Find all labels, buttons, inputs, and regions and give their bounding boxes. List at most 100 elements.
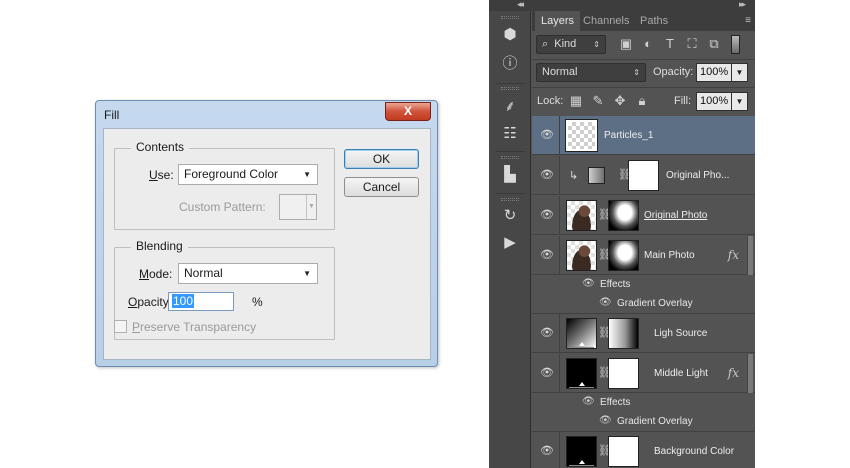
effects-label: Effects <box>600 397 631 408</box>
mode-select[interactable]: Normal ▼ <box>178 263 318 284</box>
tab-paths[interactable]: Paths <box>634 11 674 31</box>
fx-icon[interactable]: fx <box>728 248 739 262</box>
layer-name: Original Photo <box>644 210 708 221</box>
brush-presets-icon[interactable]: ⸙ <box>500 97 520 117</box>
use-select-value: Foreground Color <box>184 167 279 181</box>
layer-row[interactable]: 👁︎ ⛓︎ Original Photo <box>532 196 755 235</box>
grip-icon[interactable] <box>501 156 519 159</box>
layer-row[interactable]: 👁︎ ⛓︎ Ligh Source <box>532 314 755 353</box>
layer-mask-thumbnail <box>608 436 639 467</box>
layer-mask-thumbnail <box>608 358 639 389</box>
panel-menu-icon[interactable]: ≡ <box>745 15 751 26</box>
dialog-body: Contents Use: Foreground Color ▼ Custom … <box>103 128 431 360</box>
ok-button[interactable]: OK <box>344 149 419 169</box>
eye-icon[interactable]: 👁︎ <box>582 278 595 290</box>
fill-label: Fill: <box>674 95 692 107</box>
close-button[interactable]: X <box>385 102 431 121</box>
visibility-toggle[interactable]: 👁︎ <box>532 314 560 352</box>
gradient-marker-line <box>569 347 594 348</box>
scrollbar-thumb[interactable] <box>747 236 753 275</box>
layer-row[interactable]: 👁︎ ⛓︎ Main Photo fx <box>532 236 755 275</box>
shape-filter-icon[interactable]: ⛶ <box>684 36 700 52</box>
adjustments-icon[interactable]: ☷ <box>500 124 520 144</box>
preserve-transparency-text: reserve Transparency <box>140 320 257 334</box>
chevron-down-icon: ▼ <box>306 195 316 219</box>
smart-object-filter-icon[interactable]: ⧉ <box>706 36 722 52</box>
eye-icon: 👁︎ <box>540 209 554 221</box>
layer-row[interactable]: 👁︎ ↳ ⛓︎ Original Pho... <box>532 156 755 195</box>
collapse-left-icon[interactable]: ◂◂ <box>517 0 524 10</box>
use-label-text: se: <box>157 168 174 182</box>
updown-icon: ⇕ <box>593 40 600 49</box>
grip-icon[interactable] <box>501 16 519 19</box>
gradient-marker-line <box>569 465 594 466</box>
grip-icon[interactable] <box>501 87 519 90</box>
opacity-label-text: pacity: <box>137 295 173 309</box>
opacity-dropdown-button[interactable]: ▼ <box>731 63 748 82</box>
opacity-input-value: 100 <box>172 294 195 308</box>
filter-kind-select[interactable]: ⌕ Kind ⇕ <box>536 35 606 54</box>
filter-kind-label: Kind <box>554 38 577 50</box>
history-icon[interactable]: ↻ <box>500 206 520 226</box>
gradient-marker-line <box>569 387 594 388</box>
cancel-button[interactable]: Cancel <box>344 177 419 197</box>
lock-all-icon[interactable]: 🔒︎ <box>634 93 650 109</box>
layer-row[interactable]: 👁︎ ⛓︎ Background Color <box>532 432 755 468</box>
layer-thumbnail <box>566 436 597 467</box>
link-icon: ⛓︎ <box>598 327 612 339</box>
actions-play-icon[interactable]: ▶ <box>500 233 520 253</box>
visibility-toggle[interactable]: 👁︎ <box>532 116 560 154</box>
effects-row[interactable]: 👁︎ Effects <box>532 393 755 412</box>
gradient-marker-icon <box>579 342 585 346</box>
visibility-toggle[interactable]: 👁︎ <box>532 156 560 194</box>
grip-icon[interactable] <box>501 198 519 201</box>
use-select[interactable]: Foreground Color ▼ <box>178 164 318 185</box>
link-icon: ⛓︎ <box>598 249 612 261</box>
adjustment-filter-icon[interactable]: ◐ <box>640 36 656 52</box>
visibility-toggle[interactable]: 👁︎ <box>532 196 560 234</box>
layer-row[interactable]: 👁︎ Particles_1 <box>532 116 755 155</box>
fill-dropdown-button[interactable]: ▼ <box>731 92 748 111</box>
layer-thumbnail <box>565 119 598 152</box>
preserve-transparency-checkbox[interactable] <box>114 320 127 333</box>
effect-item-row[interactable]: 👁︎ Gradient Overlay <box>532 412 755 432</box>
3d-cube-icon[interactable]: ⬢ <box>500 25 520 45</box>
mode-select-value: Normal <box>184 266 223 280</box>
chevron-down-icon: ▼ <box>303 269 311 278</box>
layer-mask-thumbnail <box>608 240 639 271</box>
visibility-toggle[interactable]: 👁︎ <box>532 236 560 274</box>
clone-source-icon[interactable]: ▙ <box>500 165 520 185</box>
layer-fill-input[interactable]: 100% <box>696 92 732 111</box>
preserve-transparency-label: Preserve Transparency <box>132 320 257 334</box>
scrollbar-thumb[interactable] <box>747 354 753 393</box>
effects-row[interactable]: 👁︎ Effects <box>532 275 755 294</box>
opacity-input[interactable]: 100 <box>168 292 234 311</box>
collapse-right-icon[interactable]: ▸▸ <box>739 0 746 10</box>
eye-icon[interactable]: 👁︎ <box>599 415 612 427</box>
filter-toggle[interactable] <box>731 35 740 54</box>
lock-position-icon[interactable]: ✥ <box>612 93 628 109</box>
mode-label: Mode: <box>139 267 173 281</box>
info-icon[interactable]: ⓘ <box>500 54 520 74</box>
photoshop-panel-dock: ◂◂ ▸▸ ⬢ ⓘ ⸙ ☷ ▙ ↻ ▶ Layers Channels Path… <box>489 0 755 468</box>
blend-mode-select[interactable]: Normal ⇕ <box>536 63 646 82</box>
tool-separator <box>495 193 525 194</box>
effect-item-row[interactable]: 👁︎ Gradient Overlay <box>532 294 755 314</box>
tab-channels[interactable]: Channels <box>577 11 635 31</box>
eye-icon: 👁︎ <box>540 249 554 261</box>
link-icon: ⛓︎ <box>618 169 632 181</box>
lock-transparent-pixels-icon[interactable]: ▦ <box>568 93 584 109</box>
fx-icon[interactable]: fx <box>728 366 739 380</box>
custom-pattern-label: Custom Pattern: <box>179 200 266 214</box>
visibility-toggle[interactable]: 👁︎ <box>532 354 560 392</box>
type-filter-icon[interactable]: T <box>662 36 678 52</box>
eye-icon: 👁︎ <box>540 129 554 141</box>
pixel-filter-icon[interactable]: ▣ <box>618 36 634 52</box>
eye-icon[interactable]: 👁︎ <box>582 396 595 408</box>
layer-row[interactable]: 👁︎ ⛓︎ Middle Light fx <box>532 354 755 393</box>
tab-layers[interactable]: Layers <box>535 11 581 31</box>
layer-opacity-input[interactable]: 100% <box>696 63 732 82</box>
eye-icon[interactable]: 👁︎ <box>599 297 612 309</box>
lock-image-pixels-icon[interactable]: ✎ <box>590 93 606 109</box>
visibility-toggle[interactable]: 👁︎ <box>532 432 560 468</box>
